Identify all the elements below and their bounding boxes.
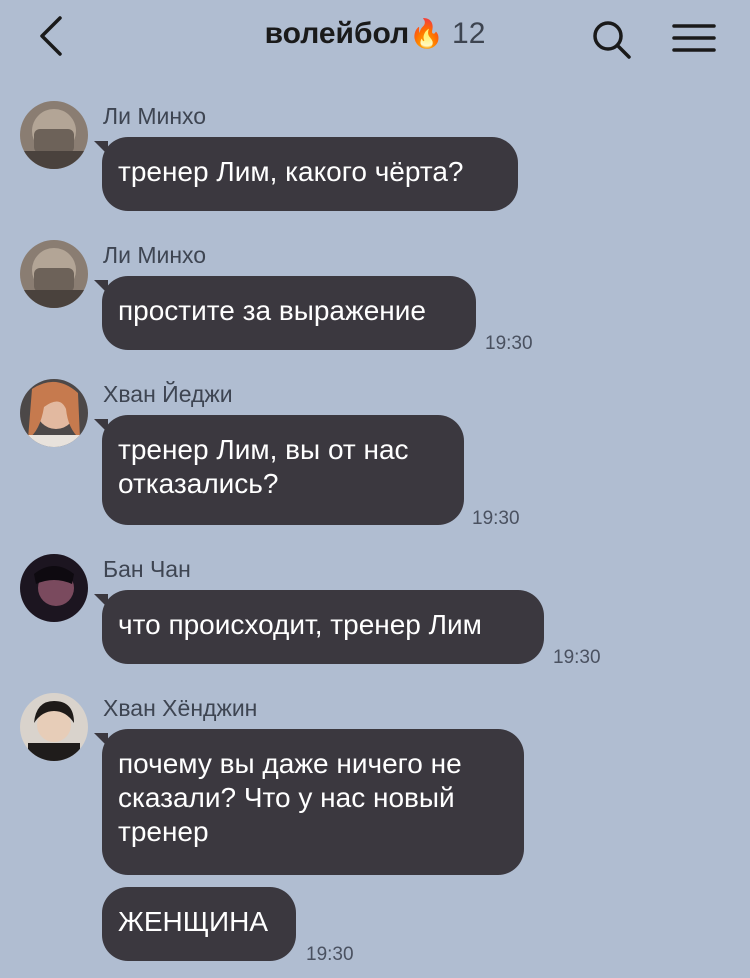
chat-header: волейбол🔥 12 bbox=[0, 0, 750, 80]
message-time: 19:30 bbox=[485, 333, 533, 354]
message-text-line: тренер Лим, вы от нас bbox=[118, 434, 409, 465]
sender-name: Ли Минхо bbox=[103, 242, 207, 268]
avatar-li-minho[interactable] bbox=[20, 240, 88, 308]
message-text: что происходит, тренер Лим bbox=[118, 609, 482, 640]
message-text: тренер Лим, какого чёрта? bbox=[118, 156, 464, 187]
avatar-hwang-hyunjin[interactable] bbox=[20, 693, 88, 761]
message-text-line: сказали? Что у нас новый bbox=[118, 782, 455, 813]
message-time: 19:30 bbox=[306, 944, 354, 965]
search-button[interactable] bbox=[590, 18, 634, 62]
message-bubble[interactable]: тренер Лим, вы от нас отказались? bbox=[94, 415, 464, 525]
member-count: 12 bbox=[452, 17, 486, 50]
avatar-hwang-yeji[interactable] bbox=[20, 379, 88, 447]
chat-title-group[interactable]: волейбол🔥 12 bbox=[0, 14, 750, 54]
sender-name: Ли Минхо bbox=[103, 103, 207, 129]
message-text-line: тренер bbox=[118, 816, 209, 847]
avatar-li-minho[interactable] bbox=[20, 101, 88, 169]
message-bubble[interactable]: что происходит, тренер Лим bbox=[94, 590, 544, 664]
message-text: ЖЕНЩИНА bbox=[118, 906, 269, 937]
avatar-bang-chan[interactable] bbox=[20, 554, 88, 622]
chat-title: волейбол bbox=[264, 17, 410, 50]
sender-name: Хван Йеджи bbox=[103, 381, 233, 407]
message-text: простите за выражение bbox=[118, 295, 426, 326]
search-icon bbox=[593, 21, 631, 59]
menu-button[interactable] bbox=[670, 18, 718, 58]
message-bubble[interactable]: почему вы даже ничего не сказали? Что у … bbox=[94, 729, 524, 875]
message-bubble[interactable]: тренер Лим, какого чёрта? bbox=[94, 137, 518, 211]
fire-emoji: 🔥 bbox=[409, 18, 445, 49]
sender-name: Бан Чан bbox=[103, 556, 191, 582]
message-time: 19:30 bbox=[472, 508, 520, 529]
message-text-line: отказались? bbox=[118, 468, 279, 499]
message-bubble[interactable]: простите за выражение bbox=[94, 276, 476, 350]
menu-icon bbox=[672, 24, 716, 52]
message-time: 19:30 bbox=[553, 647, 601, 668]
sender-name: Хван Хёнджин bbox=[103, 695, 258, 721]
message-bubble[interactable]: ЖЕНЩИНА bbox=[102, 887, 296, 961]
message-text-line: почему вы даже ничего не bbox=[118, 748, 462, 779]
